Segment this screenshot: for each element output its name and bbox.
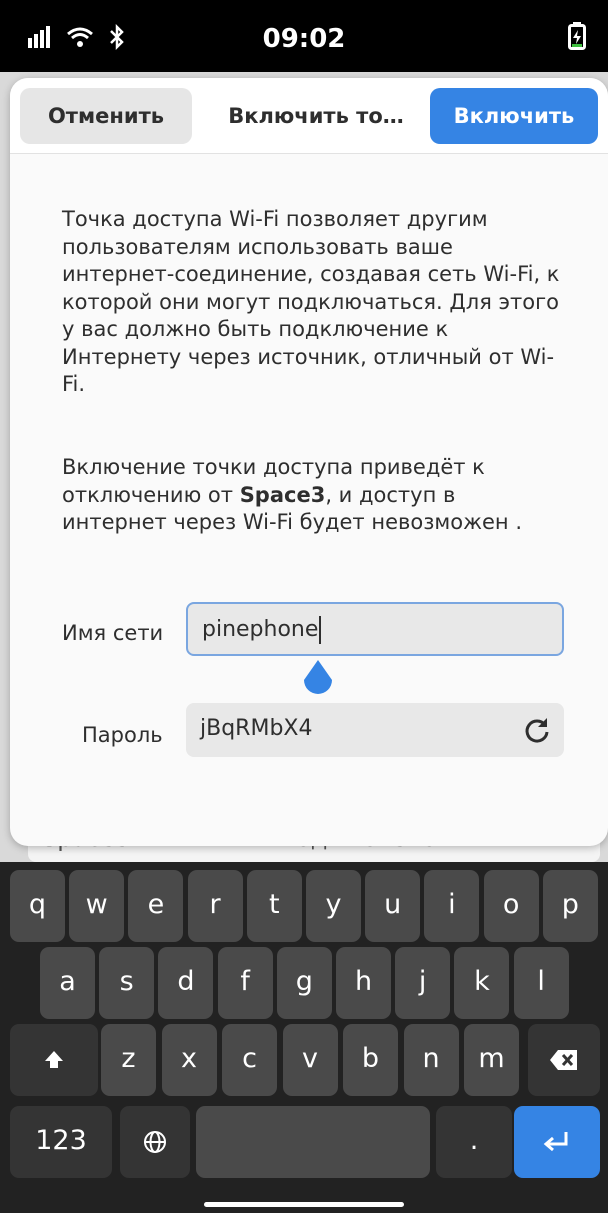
hotspot-description: Точка доступа Wi-Fi позволяет другим пол…: [62, 207, 560, 396]
dialog-title: Включить то…: [228, 104, 404, 128]
password-input[interactable]: jBqRMbX4: [186, 703, 564, 757]
key-u[interactable]: u: [365, 870, 421, 942]
key-v[interactable]: v: [282, 1024, 338, 1096]
clock: 09:02: [262, 24, 346, 54]
key-l[interactable]: l: [513, 947, 569, 1019]
key-f[interactable]: f: [217, 947, 273, 1019]
language-key[interactable]: [120, 1106, 190, 1178]
key-t[interactable]: t: [246, 870, 302, 942]
enable-button[interactable]: Включить: [430, 88, 598, 144]
text-cursor: [319, 616, 322, 644]
key-r[interactable]: r: [187, 870, 243, 942]
key-j[interactable]: j: [395, 947, 451, 1019]
numbers-key[interactable]: 123: [10, 1106, 112, 1178]
key-w[interactable]: w: [69, 870, 125, 942]
key-k[interactable]: k: [454, 947, 510, 1019]
globe-icon: [144, 1130, 166, 1153]
key-o[interactable]: o: [483, 870, 539, 942]
refresh-icon[interactable]: [522, 715, 552, 745]
enter-icon: [543, 1131, 568, 1151]
key-g[interactable]: g: [276, 947, 332, 1019]
shift-icon: [45, 1050, 63, 1068]
key-m[interactable]: m: [464, 1024, 519, 1096]
key-b[interactable]: b: [343, 1024, 398, 1096]
network-name-input[interactable]: pinephone: [186, 602, 564, 656]
shift-key[interactable]: [10, 1024, 98, 1096]
space-key[interactable]: [196, 1106, 430, 1178]
key-n[interactable]: n: [403, 1024, 459, 1096]
hotspot-dialog: Отменить Включить то… Включить Точка дос…: [10, 78, 608, 846]
backspace-key[interactable]: [528, 1024, 600, 1096]
hotspot-warning: Включение точки доступа приведёт к отклю…: [62, 455, 522, 534]
current-network-name: Space3: [239, 482, 326, 507]
period-key[interactable]: .: [436, 1106, 512, 1178]
battery-charging-icon: [568, 22, 586, 54]
text-selection-handle[interactable]: [302, 660, 334, 698]
key-p[interactable]: p: [542, 870, 598, 942]
key-y[interactable]: y: [306, 870, 361, 942]
cancel-button[interactable]: Отменить: [20, 88, 192, 144]
onscreen-keyboard: qwertyuiop asdfghjkl zxcvbnm 123 .: [0, 862, 608, 1213]
key-d[interactable]: d: [158, 947, 214, 1019]
key-a[interactable]: a: [40, 947, 95, 1019]
key-z[interactable]: z: [101, 1024, 156, 1096]
network-name-label: Имя сети: [62, 621, 164, 645]
key-e[interactable]: e: [128, 870, 184, 942]
dialog-header: Отменить Включить то… Включить: [10, 78, 608, 154]
key-i[interactable]: i: [424, 870, 480, 942]
home-indicator: [204, 1202, 404, 1207]
status-bar: 09:02: [0, 0, 608, 72]
key-q[interactable]: q: [10, 870, 65, 942]
key-s[interactable]: s: [99, 947, 155, 1019]
key-h[interactable]: h: [336, 947, 391, 1019]
backspace-icon: [550, 1049, 577, 1070]
key-c[interactable]: c: [222, 1024, 277, 1096]
key-x[interactable]: x: [161, 1024, 217, 1096]
password-label: Пароль: [82, 723, 163, 747]
enter-key[interactable]: [514, 1106, 600, 1178]
